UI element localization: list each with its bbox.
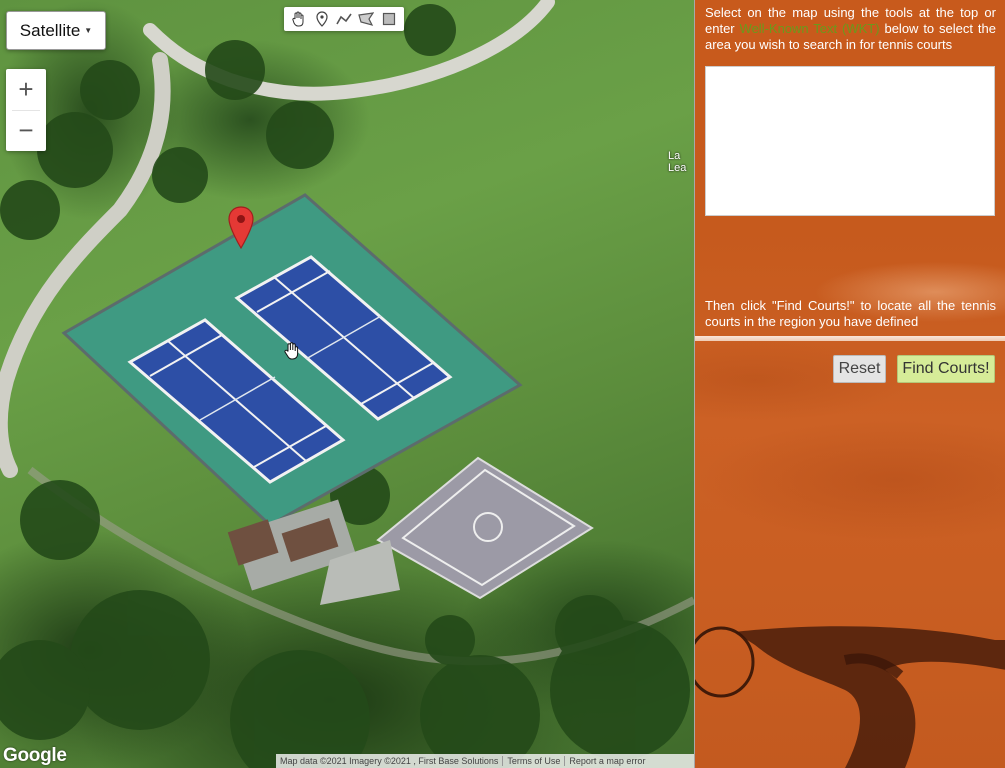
zoom-in-button[interactable]: + — [6, 69, 46, 110]
drawing-toolbar — [284, 7, 404, 31]
player-shadow-image — [695, 626, 1005, 768]
google-logo: Google — [3, 745, 67, 766]
zoom-control: + − — [6, 69, 46, 151]
map-type-label: Satellite — [19, 20, 81, 40]
instructions-text: Select on the map using the tools at the… — [705, 5, 996, 53]
find-courts-button[interactable]: Find Courts! — [897, 355, 995, 383]
map-marker-icon[interactable] — [228, 206, 254, 250]
caret-down-icon: ▼ — [84, 26, 93, 35]
court-baseline — [695, 336, 1005, 341]
polyline-icon[interactable] — [334, 9, 354, 29]
report-map-error-link[interactable]: Report a map error — [565, 756, 649, 766]
hand-cursor-icon — [284, 342, 299, 360]
search-panel: Select on the map using the tools at the… — [694, 0, 1005, 768]
hand-icon[interactable] — [289, 9, 309, 29]
basketball-court — [376, 456, 594, 600]
map-canvas[interactable]: Satellite ▼ + − La Lea Google Map data ©… — [0, 0, 694, 768]
satellite-imagery — [0, 0, 694, 768]
attribution-text: Map data ©2021 Imagery ©2021 , First Bas… — [280, 756, 499, 766]
polygon-icon[interactable] — [356, 9, 376, 29]
wkt-input[interactable] — [705, 66, 995, 216]
rectangle-icon[interactable] — [379, 9, 399, 29]
zoom-out-button[interactable]: − — [6, 111, 46, 152]
find-instructions-text: Then click "Find Courts!" to locate all … — [705, 298, 996, 329]
map-type-selector[interactable]: Satellite ▼ — [6, 11, 106, 50]
terms-of-use-link[interactable]: Terms of Use — [503, 756, 564, 766]
map-attribution: Map data ©2021 Imagery ©2021 , First Bas… — [276, 754, 694, 768]
wkt-link[interactable]: Well-Known Text (WKT) — [740, 21, 880, 36]
marker-icon[interactable] — [312, 9, 332, 29]
reset-button[interactable]: Reset — [833, 355, 886, 383]
poi-label: La Lea — [668, 150, 687, 174]
